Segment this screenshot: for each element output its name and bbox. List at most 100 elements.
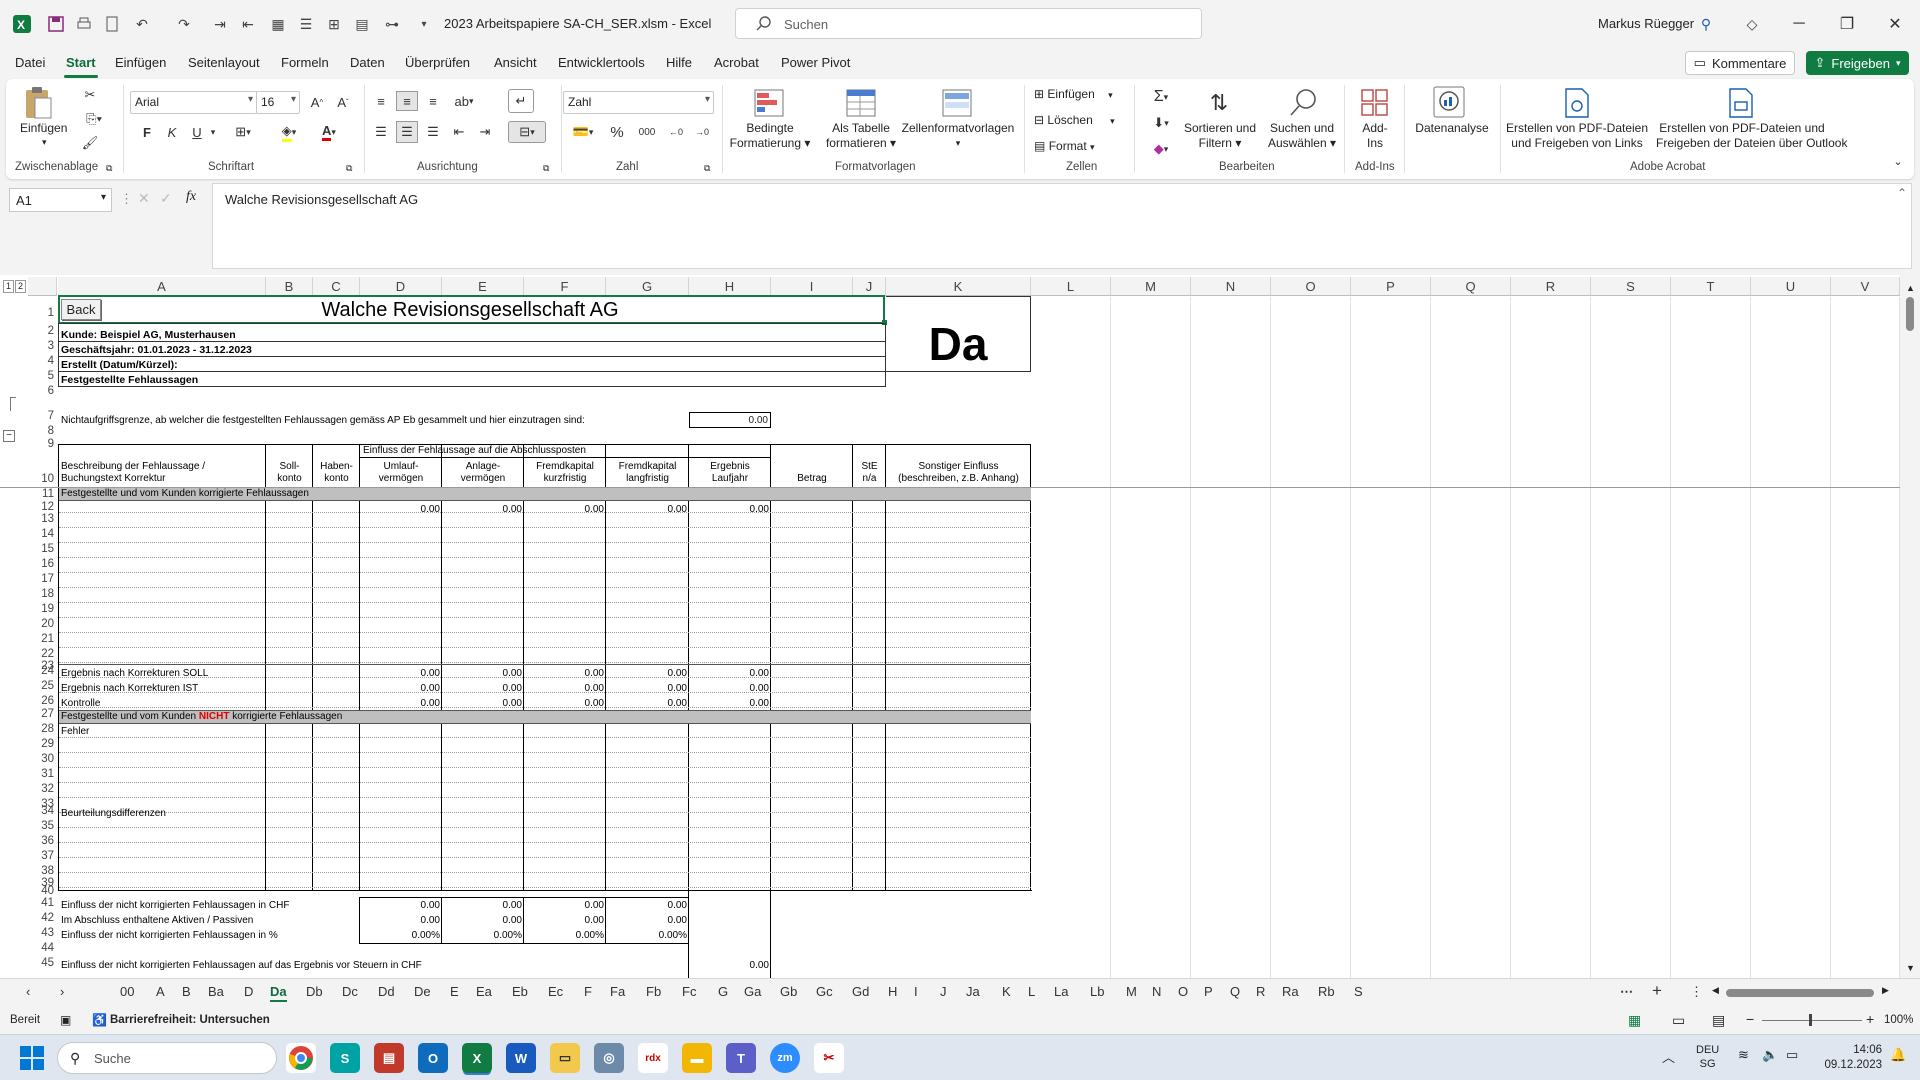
sheet-tab-de[interactable]: De (414, 984, 431, 999)
r12-fk-kurz[interactable]: 0.00 (524, 504, 604, 515)
cells-format-button[interactable]: ▤ Format ▾ (1034, 139, 1095, 155)
tab-scroll-left-icon[interactable]: ‹ (26, 984, 30, 999)
font-size-select[interactable]: 16 ▾ (256, 91, 300, 114)
sheet-tab-l[interactable]: L (1028, 984, 1035, 999)
accessibility-icon[interactable]: ♿ (92, 1013, 107, 1027)
r41-v2[interactable]: 0.00 (524, 900, 604, 911)
dialog-launcher-icon[interactable]: ⧉ (704, 161, 710, 176)
menu-hilfe[interactable]: Hilfe (666, 55, 692, 70)
pdf-links-label[interactable]: Erstellen von PDF-Dateien und Freigeben v… (1500, 121, 1654, 151)
row-header-17[interactable]: 17 (28, 573, 57, 585)
decrease-indent-icon[interactable]: ⇤ (448, 121, 470, 143)
dialog-launcher-icon[interactable]: ⧉ (543, 161, 549, 176)
column-header-d[interactable]: D (360, 277, 442, 296)
row-header-7[interactable]: 7 (28, 410, 57, 422)
r42-v1[interactable]: 0.00 (442, 915, 522, 926)
align-center-icon[interactable]: ☰ (396, 121, 418, 143)
sheet-tab-ga[interactable]: Ga (744, 984, 761, 999)
worksheet-grid[interactable]: 1 2 − ABCDEFGHIJKLMNOPQRSTUV 1 2 3 4 5 6 7 8 9 10… (0, 275, 1920, 978)
sheet-tab-gc[interactable]: Gc (816, 984, 833, 999)
column-header-g[interactable]: G (606, 277, 689, 296)
align-middle-icon[interactable]: ≡ (396, 91, 418, 111)
column-header-h[interactable]: H (689, 277, 771, 296)
sheet-tab-e[interactable]: E (450, 984, 459, 999)
cancel-entry-icon[interactable]: ✕ (138, 190, 150, 207)
pdf-outlook-icon[interactable] (1726, 87, 1756, 119)
r42-v2[interactable]: 0.00 (524, 915, 604, 926)
row-header-34[interactable]: 34 (28, 805, 57, 817)
sheet-tab-ba[interactable]: Ba (208, 984, 224, 999)
zoom-out-icon[interactable]: − (1746, 1011, 1754, 1027)
redo-icon[interactable]: ↷ (172, 12, 196, 36)
document-app-icon[interactable]: ▤ (374, 1043, 404, 1073)
row-header-18[interactable]: 18 (28, 588, 57, 600)
merge-center-icon[interactable]: ⊟ ▾ (508, 121, 546, 143)
menu-daten[interactable]: Daten (350, 55, 385, 70)
collapse-formula-icon[interactable]: ⌃ (1897, 186, 1907, 200)
language-indicator[interactable]: DEU SG (1696, 1043, 1719, 1071)
outdent-icon[interactable]: ⇤ (236, 12, 260, 36)
function-icon[interactable]: fx (186, 189, 196, 205)
row-header-11[interactable]: 11 (28, 488, 57, 500)
outline-level-2[interactable]: 2 (15, 280, 26, 293)
pdf-outlook-label[interactable]: Erstellen von PDF-Dateien und Freigeben d… (1656, 121, 1847, 151)
row-header-27[interactable]: 27 (28, 708, 57, 720)
row-header-19[interactable]: 19 (28, 603, 57, 615)
r25-v3[interactable]: 0.00 (606, 683, 687, 694)
sheet-tab-q[interactable]: Q (1230, 984, 1240, 999)
sheet-tab-gd[interactable]: Gd (852, 984, 869, 999)
row-header-25[interactable]: 25 (28, 680, 57, 692)
r43-v0[interactable]: 0.00% (360, 930, 440, 941)
align-top-icon[interactable]: ≡ (370, 91, 392, 111)
row-header-9[interactable]: 9 (28, 438, 57, 450)
data-analysis-label[interactable]: Datenanalyse (1410, 121, 1494, 136)
notification-icon[interactable]: 🔔 (1890, 1047, 1906, 1063)
r26-v1[interactable]: 0.00 (442, 698, 522, 709)
r26-v2[interactable]: 0.00 (524, 698, 604, 709)
r24-v0[interactable]: 0.00 (360, 668, 440, 679)
excel-taskbar-icon[interactable]: X (462, 1043, 492, 1073)
row-header-10[interactable]: 10 (28, 473, 57, 485)
volume-icon[interactable]: 🔈 (1762, 1047, 1778, 1063)
decrease-decimal-icon[interactable]: →0 (690, 121, 714, 143)
menu-entwicklertools[interactable]: Entwicklertools (558, 55, 645, 70)
accessibility-status[interactable]: Barrierefreiheit: Untersuchen (110, 1014, 270, 1026)
r41-v0[interactable]: 0.00 (360, 900, 440, 911)
file-explorer-icon[interactable]: ▬ (682, 1043, 712, 1073)
sheet-tab-n[interactable]: N (1152, 984, 1161, 999)
r45-value[interactable]: 0.00 (689, 960, 769, 971)
border-icon[interactable]: ▤ (350, 12, 374, 36)
r25-v0[interactable]: 0.00 (360, 683, 440, 694)
sheet-tab-h[interactable]: H (888, 984, 897, 999)
paste-label[interactable]: Einfügen (20, 121, 67, 136)
r12-ergebnis[interactable]: 0.00 (689, 504, 769, 515)
format-as-table-icon[interactable] (844, 87, 878, 119)
cells-delete-button[interactable]: ⊟ Löschen ▾ (1034, 113, 1115, 129)
data-analysis-icon[interactable] (1432, 85, 1466, 119)
r24-v3[interactable]: 0.00 (606, 668, 687, 679)
sheet-tab-o[interactable]: O (1178, 984, 1188, 999)
menu-ansicht[interactable]: Ansicht (494, 55, 537, 70)
teams-icon[interactable]: T (726, 1043, 756, 1073)
dialog-launcher-icon[interactable]: ⧉ (346, 161, 352, 176)
table-icon[interactable]: ▦ (266, 12, 290, 36)
row-header-8[interactable]: 8 (28, 425, 57, 437)
outlook-icon[interactable]: O (418, 1043, 448, 1073)
outline-collapse-button[interactable]: − (3, 430, 15, 442)
orientation-icon[interactable]: ab ▾ (448, 91, 480, 111)
sheet-tab-fa[interactable]: Fa (610, 984, 625, 999)
sheet-tab-fc[interactable]: Fc (682, 984, 696, 999)
chrome-icon[interactable] (286, 1043, 316, 1073)
word-icon[interactable]: W (506, 1043, 536, 1073)
r24-v4[interactable]: 0.00 (689, 668, 769, 679)
row-header-5[interactable]: 5 (28, 370, 57, 382)
row-header-4[interactable]: 4 (28, 355, 57, 367)
comments-button[interactable]: ▭ Kommentare (1685, 51, 1795, 75)
tray-overflow-icon[interactable]: ︿ (1662, 1047, 1675, 1066)
row-header-42[interactable]: 42 (28, 912, 57, 924)
snipping-icon[interactable]: ✂ (814, 1043, 844, 1073)
r25-v4[interactable]: 0.00 (689, 683, 769, 694)
addins-label[interactable]: Add- Ins (1356, 121, 1394, 151)
scroll-left-icon[interactable]: ◀ (1712, 985, 1719, 996)
name-box[interactable]: A1 ▾ (9, 188, 112, 212)
